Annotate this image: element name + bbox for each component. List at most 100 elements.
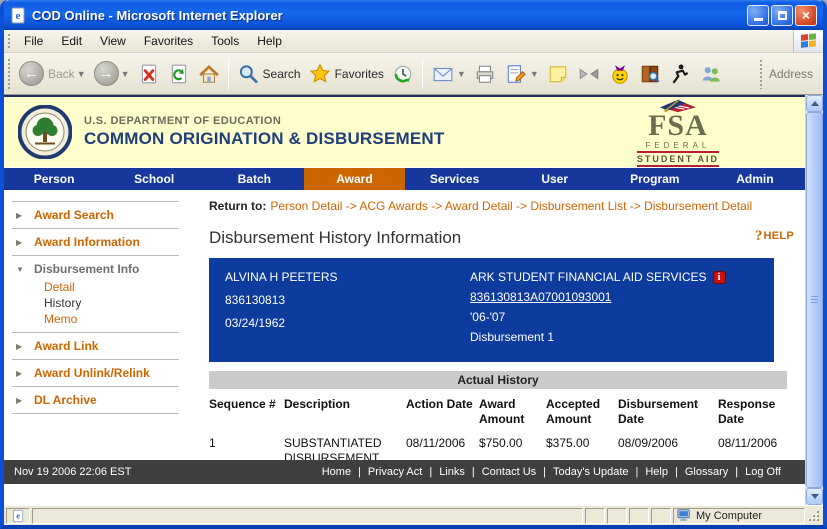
footer-link-help[interactable]: Help <box>645 466 668 478</box>
vertical-scrollbar[interactable] <box>805 95 823 505</box>
yahoo-messenger-button[interactable] <box>605 61 635 87</box>
mail-dropdown-icon[interactable]: ▼ <box>457 69 466 79</box>
footer-link-home[interactable]: Home <box>322 466 351 478</box>
sidebar-separator <box>12 228 179 229</box>
nav-tab-program[interactable]: Program <box>605 168 705 190</box>
triangle-right-icon: ▶ <box>16 238 25 247</box>
close-button[interactable]: × <box>795 5 817 26</box>
breadcrumb-link-award-detail[interactable]: Award Detail <box>445 199 513 213</box>
footer-link-separator: | <box>536 466 553 478</box>
forward-dropdown-icon[interactable]: ▼ <box>121 69 130 79</box>
home-icon <box>198 63 220 85</box>
footer-link-glossary[interactable]: Glossary <box>685 466 728 478</box>
table-row: 1SUBSTANTIATED DISBURSEMENT08/11/2006$75… <box>209 428 787 460</box>
nav-tab-award[interactable]: Award <box>304 168 404 190</box>
security-zone-panel: My Computer <box>673 508 805 524</box>
resize-grip[interactable] <box>807 509 821 523</box>
footer-link-log-off[interactable]: Log Off <box>745 466 781 478</box>
nav-tab-user[interactable]: User <box>505 168 605 190</box>
search-icon <box>237 63 259 85</box>
table-cell: SUBSTANTIATED DISBURSEMENT <box>284 428 406 460</box>
triangle-right-icon: ▶ <box>16 211 25 220</box>
stop-button[interactable] <box>134 61 164 87</box>
discuss-button[interactable] <box>573 61 605 87</box>
messenger-button[interactable] <box>695 61 727 87</box>
scroll-down-button[interactable] <box>806 488 823 505</box>
footer-link-today-s-update[interactable]: Today's Update <box>553 466 628 478</box>
breadcrumb-link-disbursement-list[interactable]: Disbursement List <box>530 199 626 213</box>
menu-view[interactable]: View <box>91 30 135 52</box>
refresh-button[interactable] <box>164 61 194 87</box>
page-bottom-gap <box>4 484 805 505</box>
menu-edit[interactable]: Edit <box>52 30 91 52</box>
toolbar-drag-grip[interactable] <box>7 58 12 90</box>
research-button[interactable] <box>635 61 665 87</box>
history-button[interactable] <box>388 61 418 87</box>
footer-link-contact-us[interactable]: Contact Us <box>482 466 536 478</box>
edit-dropdown-icon[interactable]: ▼ <box>530 69 539 79</box>
nav-tab-batch[interactable]: Batch <box>204 168 304 190</box>
mail-button[interactable]: ▼ <box>427 61 470 87</box>
menu-file[interactable]: File <box>15 30 52 52</box>
sidebar-subitem-memo[interactable]: Memo <box>44 311 201 327</box>
refresh-icon <box>168 63 190 85</box>
aim-button[interactable] <box>665 61 695 87</box>
sidebar-item-disbursement-info[interactable]: ▼Disbursement Info <box>4 259 201 279</box>
maximize-button[interactable] <box>771 5 793 26</box>
favorites-button[interactable]: Favorites <box>305 61 388 87</box>
sidebar-item-award-unlink-relink[interactable]: ▶ Award Unlink/Relink <box>4 363 201 383</box>
award-id-link[interactable]: 836130813A07001093001 <box>470 290 611 304</box>
scrollbar-thumb[interactable] <box>806 112 823 488</box>
notes-button[interactable] <box>543 61 573 87</box>
print-button[interactable] <box>470 61 500 87</box>
breadcrumb-link-disbursement-detail[interactable]: Disbursement Detail <box>644 199 752 213</box>
sidebar-item-label: Award Unlink/Relink <box>34 366 150 380</box>
back-button[interactable]: ← Back ▼ <box>15 59 90 88</box>
edit-button[interactable]: ▼ <box>500 61 543 87</box>
breadcrumb-link-person-detail[interactable]: Person Detail <box>270 199 342 213</box>
chevron-down-icon <box>811 494 819 503</box>
breadcrumb-separator: -> <box>513 199 531 213</box>
back-dropdown-icon[interactable]: ▼ <box>77 69 86 79</box>
search-button[interactable]: Search <box>233 61 305 87</box>
address-drag-grip[interactable] <box>759 59 764 89</box>
sidebar-item-award-information[interactable]: ▶Award Information <box>4 232 201 252</box>
sidebar-item-award-link[interactable]: ▶Award Link <box>4 336 201 356</box>
print-icon <box>474 63 496 85</box>
menu-help[interactable]: Help <box>248 30 291 52</box>
scroll-up-button[interactable] <box>806 95 823 112</box>
menu-tools[interactable]: Tools <box>202 30 248 52</box>
nav-tab-person[interactable]: Person <box>4 168 104 190</box>
footer-link-separator: | <box>629 466 646 478</box>
sidebar-item-dl-archive[interactable]: ▶DL Archive <box>4 390 201 410</box>
nav-tab-school[interactable]: School <box>104 168 204 190</box>
menu-favorites[interactable]: Favorites <box>135 30 202 52</box>
doe-seal-icon <box>18 105 72 159</box>
sidebar-separator <box>12 201 179 202</box>
triangle-right-icon: ▶ <box>16 369 25 378</box>
forward-button[interactable]: → ▼ <box>90 59 134 88</box>
sidebar-separator <box>12 332 179 333</box>
home-button[interactable] <box>194 61 224 87</box>
table-cell: $375.00 <box>546 428 618 460</box>
help-link[interactable]: ? HELP <box>755 228 794 245</box>
page-viewport: U.S. DEPARTMENT OF EDUCATION COMMON ORIG… <box>4 95 823 505</box>
sidebar-item-award-search[interactable]: ▶Award Search <box>4 205 201 225</box>
primary-nav: PersonSchoolBatchAwardServicesUserProgra… <box>4 167 805 190</box>
mail-icon <box>431 63 455 85</box>
info-icon[interactable]: i <box>713 271 726 284</box>
favorites-star-icon <box>309 63 331 85</box>
menu-drag-grip[interactable] <box>7 33 12 49</box>
column-header-accepted-amount: Accepted Amount <box>546 393 618 428</box>
sidebar-subitem-detail[interactable]: Detail <box>44 279 201 295</box>
nav-tab-services[interactable]: Services <box>405 168 505 190</box>
status-cell <box>607 508 627 524</box>
footer-link-links[interactable]: Links <box>439 466 465 478</box>
breadcrumb-link-acg-awards[interactable]: ACG Awards <box>359 199 427 213</box>
nav-tab-admin[interactable]: Admin <box>705 168 805 190</box>
minimize-button[interactable] <box>747 5 769 26</box>
sidebar-separator <box>12 386 179 387</box>
svg-text:e: e <box>16 511 20 520</box>
footer-link-privacy-act[interactable]: Privacy Act <box>368 466 422 478</box>
breadcrumb: Return to:Person Detail -> ACG Awards ->… <box>209 198 794 215</box>
